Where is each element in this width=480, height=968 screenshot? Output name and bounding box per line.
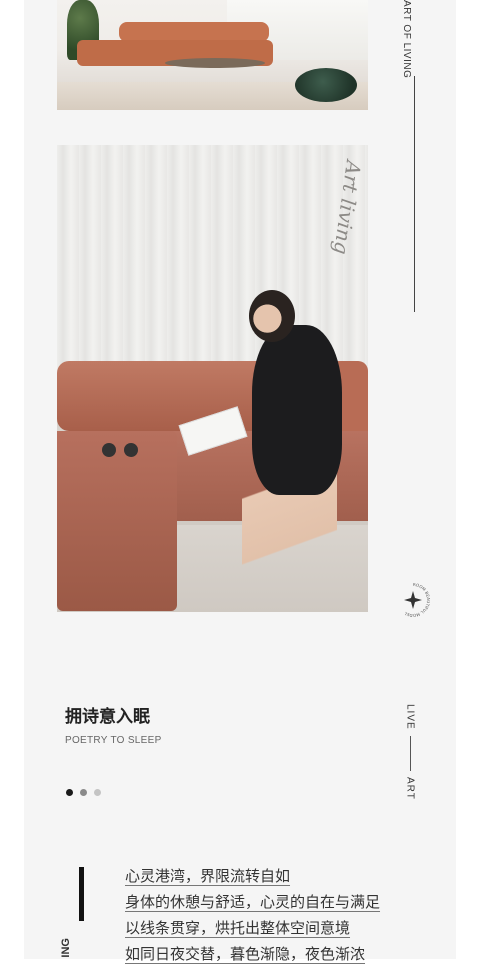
accent-bar bbox=[79, 867, 84, 921]
art-of-living-label: ART OF LIVING bbox=[401, 0, 412, 79]
woman-on-sofa-photo: Art living bbox=[57, 145, 368, 612]
carousel-dot-1[interactable] bbox=[66, 789, 73, 796]
carousel-dot-3[interactable] bbox=[94, 789, 101, 796]
vertical-divider bbox=[414, 76, 415, 312]
poem-line: 如同日夜交替，暮色渐隐，夜色渐浓 bbox=[125, 945, 366, 963]
carousel-dot-2[interactable] bbox=[80, 789, 87, 796]
poem-line: 以线条贯穿，烘托出整体空间意境 bbox=[125, 919, 351, 937]
section-subtitle: POETRY TO SLEEP bbox=[65, 735, 162, 746]
poem-line: 心灵港湾，界限流转自如 bbox=[125, 867, 291, 885]
section-title: 拥诗意入眠 bbox=[65, 707, 150, 727]
poem-line: 身体的休憩与舒适，心灵的自在与满足 bbox=[125, 893, 381, 911]
star-badge-icon: ROOM BEAUTIFUL MODEL bbox=[403, 583, 430, 617]
live-text: LIVE bbox=[404, 704, 416, 730]
live-art-label: LIVE ART bbox=[402, 704, 418, 800]
carousel-dots bbox=[66, 789, 101, 796]
poem-side-label: ING bbox=[60, 938, 72, 958]
poem-text: 心灵港湾，界限流转自如 身体的休憩与舒适，心灵的自在与满足 以线条贯穿，烘托出整… bbox=[125, 864, 425, 968]
living-room-photo bbox=[57, 0, 368, 110]
art-text: ART bbox=[404, 777, 416, 800]
